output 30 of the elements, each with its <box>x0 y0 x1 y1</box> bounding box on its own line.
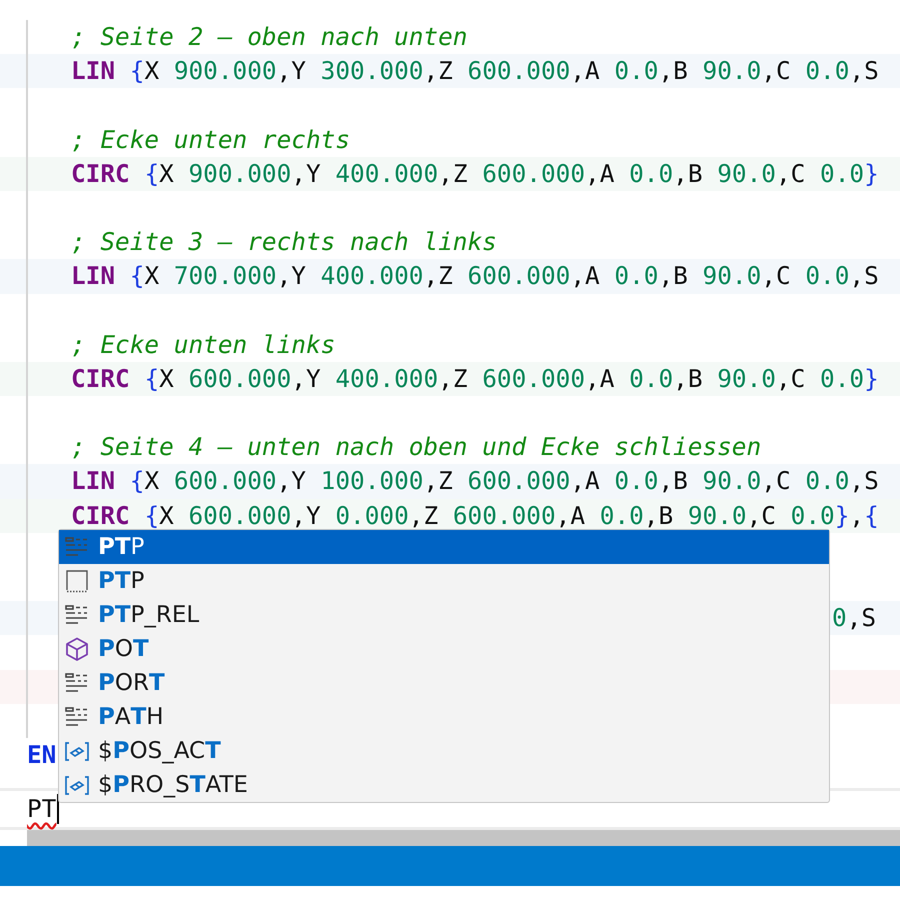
variable-icon <box>64 739 90 763</box>
suggestion-item[interactable]: $POS_ACT <box>59 734 829 768</box>
lines-icon <box>64 671 90 695</box>
cube-icon <box>64 637 90 661</box>
square-icon <box>64 569 90 593</box>
suggestion-item[interactable]: PTP_REL <box>59 598 829 632</box>
suggestion-item[interactable]: PTP <box>59 564 829 598</box>
code-line: CIRC {X 600.000,Y 400.000,Z 600.000,A 0.0,B 90.0,C 0.0} <box>70 364 879 393</box>
suggestion-item[interactable]: POT <box>59 632 829 666</box>
code-line: CIRC {X 900.000,Y 400.000,Z 600.000,A 0.0,B 90.0,C 0.0} <box>70 158 879 188</box>
code-comment: ; Seite 3 – rechts nach links <box>70 227 497 256</box>
code-line: LIN {X 700.000,Y 400.000,Z 600.000,A 0.0,B 90.0,C 0.0,S <box>70 261 879 290</box>
code-line: CIRC {X 600.000,Y 0.000,Z 600.000,A 0.0,B 90.0,C 0.0},{ <box>70 500 879 530</box>
code-keyword: EN <box>27 740 56 769</box>
code-line: LIN {X 900.000,Y 300.000,Z 600.000,A 0.0,B 90.0,C 0.0,S <box>70 56 879 86</box>
lines-icon <box>64 603 90 627</box>
code-comment: ; Ecke unten links <box>70 330 336 359</box>
variable-icon <box>64 773 90 797</box>
suggestion-item[interactable]: $PRO_STATE <box>59 768 829 802</box>
code-comment: ; Seite 2 – oben nach unten <box>70 22 468 51</box>
lines-icon <box>64 535 90 559</box>
suggestion-item[interactable]: PORT <box>59 666 829 700</box>
lines-icon <box>64 705 90 729</box>
suggestion-item[interactable]: PATH <box>59 700 829 734</box>
code-line: 0,S <box>832 603 876 632</box>
horizontal-scrollbar[interactable] <box>27 830 900 846</box>
code-comment: ; Ecke unten rechts <box>70 124 350 154</box>
code-comment: ; Seite 4 – unten nach oben und Ecke schliessen <box>70 432 762 462</box>
code-line: LIN {X 600.000,Y 100.000,Z 600.000,A 0.0,B 90.0,C 0.0,S <box>70 466 879 496</box>
suggestion-item[interactable]: PTP <box>59 530 829 564</box>
